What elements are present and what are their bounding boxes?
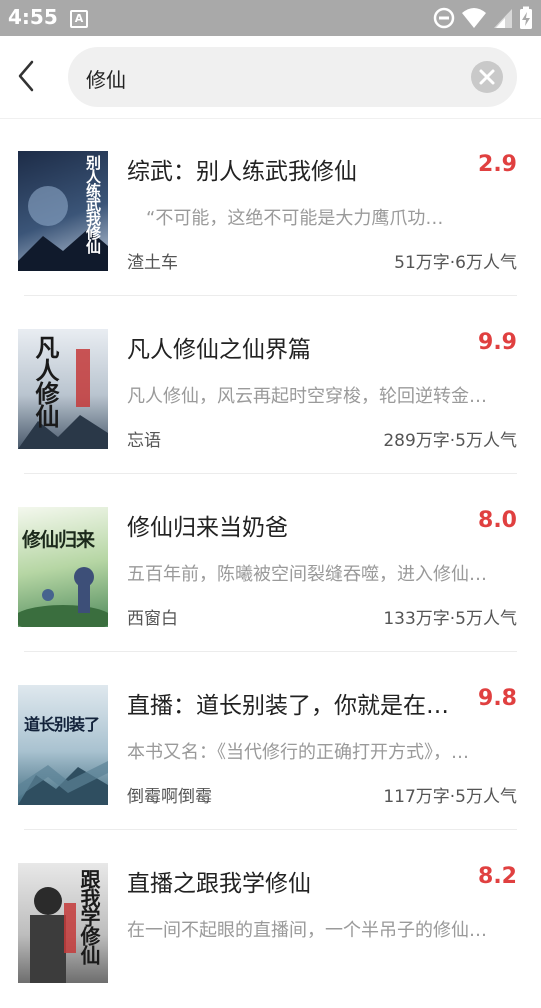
book-description: 在一间不起眼的直播间，一个半吊子的修仙… [127, 920, 487, 941]
book-cover[interactable]: 道长别装了 [18, 685, 108, 805]
wifi-icon [462, 8, 486, 28]
back-button[interactable] [8, 54, 48, 98]
search-input[interactable] [84, 47, 458, 109]
book-meta: 133万字·5万人气 [383, 609, 517, 629]
search-results-list: 别人练武我修仙 综武：别人练武我修仙 2.9 “不可能，这绝不可能是大力鹰爪功…… [0, 118, 541, 1008]
book-title: 凡人修仙之仙界篇 [127, 337, 311, 363]
book-title: 修仙归来当奶爸 [127, 515, 288, 541]
book-author: 渣土车 [127, 253, 178, 273]
cover-title: 别人练武我修仙 [84, 155, 102, 253]
search-header [0, 36, 541, 119]
status-icons [433, 6, 533, 30]
status-time: 4:55 [8, 5, 58, 29]
book-item[interactable]: 修仙归来 修仙归来当奶爸 8.0 五百年前，陈曦被空间裂缝吞噬，进入修仙… 西窗… [0, 474, 541, 652]
do-not-disturb-icon [433, 7, 455, 29]
book-item[interactable]: 道长别装了 直播：道长别装了，你就是在… 9.8 本书又名：《当代修行的正确打开… [0, 652, 541, 830]
signal-icon [494, 9, 512, 28]
book-meta: 117万字·5万人气 [383, 787, 517, 807]
status-bar: 4:55 A [0, 0, 541, 36]
book-cover[interactable]: 跟我学修仙 [18, 863, 108, 983]
book-title: 综武：别人练武我修仙 [127, 159, 357, 185]
book-score: 2.9 [478, 152, 517, 177]
book-description: 凡人修仙，风云再起时空穿梭，轮回逆转金… [127, 386, 487, 407]
book-score: 8.2 [478, 864, 517, 889]
clear-search-button[interactable] [471, 61, 503, 93]
cover-title: 道长别装了 [24, 715, 100, 734]
book-description: 五百年前，陈曦被空间裂缝吞噬，进入修仙… [127, 564, 487, 585]
close-icon [479, 69, 495, 85]
book-item[interactable]: 凡人修仙 凡人修仙之仙界篇 9.9 凡人修仙，风云再起时空穿梭，轮回逆转金… 忘… [0, 296, 541, 474]
chevron-left-icon [18, 60, 34, 92]
cover-title: 修仙归来 [22, 529, 95, 551]
battery-charging-icon [520, 6, 532, 29]
book-author: 西窗白 [127, 609, 178, 629]
book-score: 8.0 [478, 508, 517, 533]
book-author: 倒霉啊倒霉 [127, 787, 212, 807]
book-cover[interactable]: 凡人修仙 [18, 329, 108, 449]
book-score: 9.8 [478, 686, 517, 711]
book-cover[interactable]: 别人练武我修仙 [18, 151, 108, 271]
book-description: 本书又名：《当代修行的正确打开方式》，… [127, 742, 469, 763]
cover-title: 跟我学修仙 [77, 869, 101, 964]
book-author: 忘语 [127, 431, 161, 451]
notification-a-icon: A [70, 10, 88, 28]
book-description: “不可能，这绝不可能是大力鹰爪功… [146, 208, 444, 229]
book-cover[interactable]: 修仙归来 [18, 507, 108, 627]
book-score: 9.9 [478, 330, 517, 355]
book-meta: 51万字·6万人气 [394, 253, 517, 273]
search-box [68, 47, 517, 109]
book-item[interactable]: 跟我学修仙 直播之跟我学修仙 8.2 在一间不起眼的直播间，一个半吊子的修仙… [0, 830, 541, 1008]
book-title: 直播之跟我学修仙 [127, 871, 311, 897]
book-item[interactable]: 别人练武我修仙 综武：别人练武我修仙 2.9 “不可能，这绝不可能是大力鹰爪功…… [0, 118, 541, 296]
book-title: 直播：道长别装了，你就是在… [127, 693, 449, 719]
cover-title: 凡人修仙 [31, 335, 59, 427]
book-meta: 289万字·5万人气 [383, 431, 517, 451]
